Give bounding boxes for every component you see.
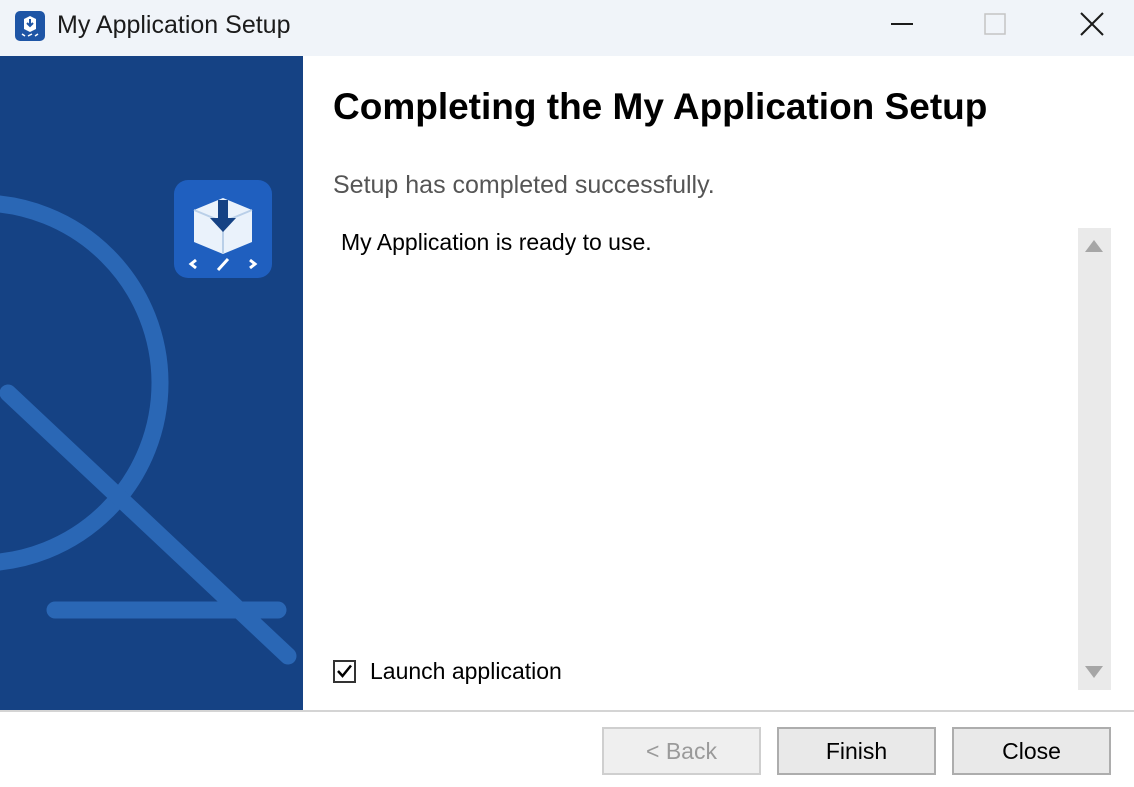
setup-window: My Application Setup Completing the My A… — [0, 0, 1134, 787]
finish-button[interactable]: Finish — [777, 727, 936, 775]
banner-decoration — [0, 195, 297, 665]
close-icon — [1080, 12, 1104, 36]
scroll-down-icon[interactable] — [1085, 666, 1103, 678]
wizard-banner — [0, 56, 303, 710]
page-subtitle: Setup has completed successfully. — [333, 171, 715, 199]
vertical-scrollbar[interactable] — [1078, 228, 1111, 690]
checkmark-icon — [337, 664, 352, 678]
close-button[interactable]: Close — [952, 727, 1111, 775]
maximize-button[interactable] — [955, 0, 1035, 48]
title-bar: My Application Setup — [0, 0, 1134, 56]
installer-box-icon — [174, 180, 272, 278]
window-title: My Application Setup — [57, 11, 291, 39]
completion-message: My Application is ready to use. — [341, 229, 652, 255]
scroll-up-icon[interactable] — [1085, 240, 1103, 252]
maximize-icon — [984, 13, 1006, 35]
wizard-footer: < Back Finish Close — [0, 712, 1134, 787]
minimize-icon — [891, 23, 913, 25]
launch-application-option[interactable]: Launch application — [333, 656, 562, 686]
launch-application-checkbox[interactable] — [333, 659, 356, 683]
installer-icon — [15, 11, 45, 41]
launch-application-label[interactable]: Launch application — [370, 658, 562, 685]
back-button[interactable]: < Back — [602, 727, 761, 775]
close-window-button[interactable] — [1052, 0, 1132, 48]
minimize-button[interactable] — [862, 0, 942, 48]
page-title: Completing the My Application Setup — [333, 86, 988, 127]
wizard-content: Completing the My Application Setup Setu… — [303, 56, 1134, 710]
